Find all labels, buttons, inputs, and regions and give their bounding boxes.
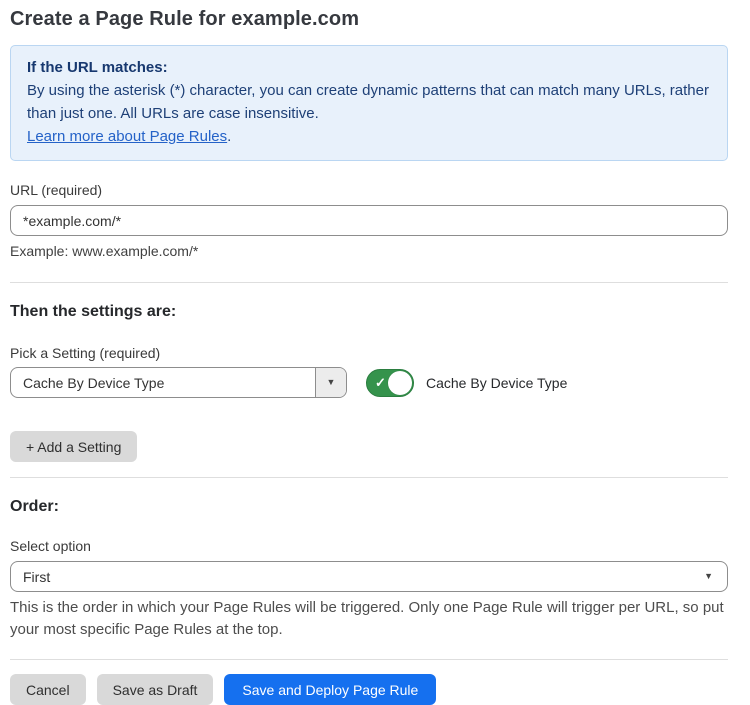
order-description: This is the order in which your Page Rul… [10,597,728,641]
order-select-arrow: ▼ [704,562,727,591]
setting-select[interactable]: Cache By Device Type ▼ [10,367,347,398]
url-match-info-box: If the URL matches: By using the asteris… [10,45,728,161]
cancel-button[interactable]: Cancel [10,674,86,705]
setting-row: Cache By Device Type ▼ ✓ Cache By Device… [10,367,728,398]
chevron-down-icon: ▼ [704,572,713,581]
chevron-down-icon: ▼ [327,378,336,387]
setting-picker-label: Pick a Setting (required) [10,345,728,361]
footer-actions: Cancel Save as Draft Save and Deploy Pag… [10,674,728,705]
page-rule-form: Create a Page Rule for example.com If th… [0,0,750,705]
page-title: Create a Page Rule for example.com [10,8,728,31]
info-box-body: By using the asterisk (*) character, you… [27,79,711,125]
link-suffix: . [227,128,231,145]
save-and-deploy-button[interactable]: Save and Deploy Page Rule [224,674,436,705]
url-example-hint: Example: www.example.com/* [10,243,728,259]
order-select-value: First [11,562,704,591]
settings-section-heading: Then the settings are: [10,303,728,321]
url-field-label: URL (required) [10,182,728,198]
order-section-heading: Order: [10,498,728,516]
add-setting-button[interactable]: + Add a Setting [10,431,137,462]
divider-before-footer [10,659,728,660]
save-as-draft-button[interactable]: Save as Draft [97,674,214,705]
info-link-line: Learn more about Page Rules. [27,125,711,148]
toggle-label: Cache By Device Type [426,375,567,391]
order-select[interactable]: First ▼ [10,561,728,592]
divider-after-url [10,282,728,283]
order-select-label: Select option [10,538,728,554]
cache-by-device-type-toggle[interactable]: ✓ [366,369,414,397]
toggle-knob [388,371,412,395]
setting-select-value: Cache By Device Type [11,368,315,397]
setting-select-arrow-button[interactable]: ▼ [315,368,346,397]
check-icon: ✓ [375,376,386,389]
learn-more-link[interactable]: Learn more about Page Rules [27,128,227,145]
url-input[interactable] [10,205,728,236]
divider-after-settings [10,477,728,478]
info-box-heading: If the URL matches: [27,59,711,76]
